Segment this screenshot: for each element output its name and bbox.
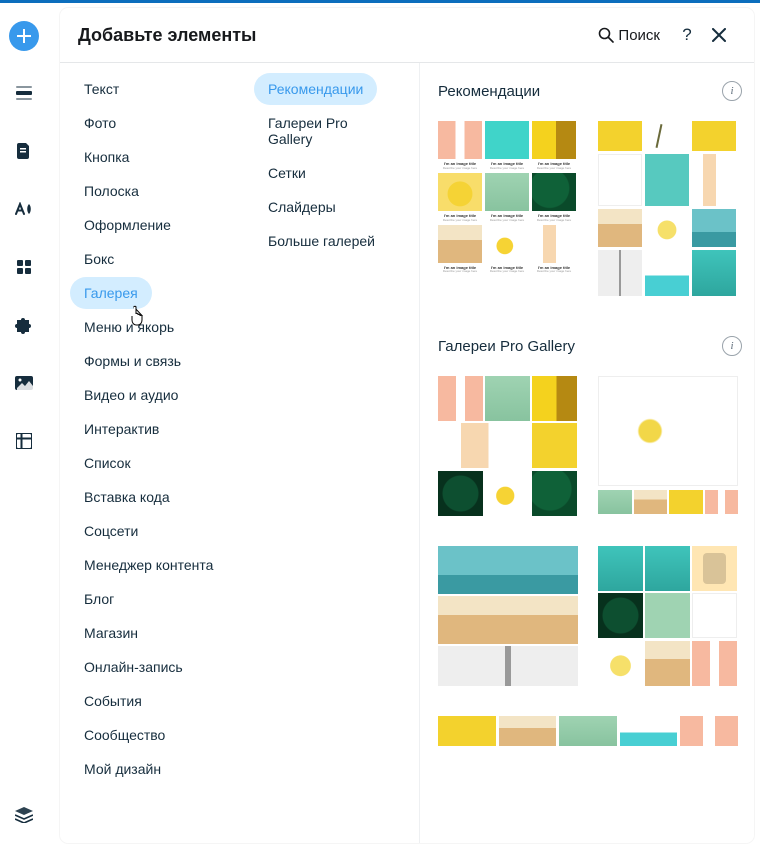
reco-row: I'm an image titleDescribe your image he…	[438, 121, 742, 296]
cat-box[interactable]: Бокс	[70, 243, 128, 275]
top-accent-bar	[0, 0, 760, 3]
layers-icon	[15, 807, 33, 823]
cat-social[interactable]: Соцсети	[70, 515, 152, 547]
subcategory-column: Рекомендации Галереи Pro Gallery Сетки С…	[244, 63, 420, 843]
pro-preset-single[interactable]	[598, 376, 738, 516]
category-column: Текст Фото Кнопка Полоска Оформление Бок…	[60, 63, 244, 843]
pro-row-1	[438, 376, 742, 516]
cat-forms[interactable]: Формы и связь	[70, 345, 195, 377]
panel-body: Текст Фото Кнопка Полоска Оформление Бок…	[60, 63, 754, 843]
rail-puzzle-button[interactable]	[8, 309, 40, 341]
cat-photo[interactable]: Фото	[70, 107, 130, 139]
pro-section-head: Галереи Pro Gallery i	[438, 336, 742, 356]
rail-add-button[interactable]	[9, 21, 39, 51]
cat-mydesign[interactable]: Мой дизайн	[70, 753, 175, 785]
cat-list[interactable]: Список	[70, 447, 145, 479]
sub-slider[interactable]: Слайдеры	[254, 191, 350, 223]
reco-section-head: Рекомендации i	[438, 81, 742, 101]
cat-decor[interactable]: Оформление	[70, 209, 185, 241]
cat-cms[interactable]: Менеджер контента	[70, 549, 227, 581]
add-panel: Добавьте элементы Поиск ? Текст Фото Кно…	[60, 8, 754, 843]
sub-pro[interactable]: Галереи Pro Gallery	[254, 107, 409, 155]
rail-apps-button[interactable]	[8, 251, 40, 283]
panel-header: Добавьте элементы Поиск ?	[60, 8, 754, 63]
rail-page-button[interactable]	[8, 135, 40, 167]
apps-icon	[16, 259, 32, 275]
cat-video[interactable]: Видео и аудио	[70, 379, 192, 411]
gallery-preset-masonry[interactable]	[598, 121, 738, 296]
pro-row-2	[438, 546, 742, 686]
rail-design-button[interactable]	[8, 193, 40, 225]
cat-store[interactable]: Магазин	[70, 617, 152, 649]
reco-title: Рекомендации	[438, 83, 722, 100]
design-icon	[15, 202, 33, 216]
info-button[interactable]: i	[722, 81, 742, 101]
help-button[interactable]: ?	[674, 22, 700, 48]
info-button-pro[interactable]: i	[722, 336, 742, 356]
rail-media-button[interactable]	[8, 367, 40, 399]
cat-bookings[interactable]: Онлайн-запись	[70, 651, 197, 683]
close-icon	[712, 28, 726, 42]
content-column: Рекомендации i I'm an image titleDescrib…	[420, 63, 754, 843]
data-icon	[16, 433, 32, 449]
search-icon	[598, 27, 614, 43]
pro-preset-stack[interactable]	[438, 546, 578, 686]
search-label: Поиск	[618, 27, 660, 44]
cat-text[interactable]: Текст	[70, 73, 133, 105]
page-icon	[17, 143, 31, 159]
pro-preset-grid[interactable]	[438, 376, 578, 516]
cat-community[interactable]: Сообщество	[70, 719, 179, 751]
cat-blog[interactable]: Блог	[70, 583, 128, 615]
puzzle-icon	[15, 316, 33, 334]
pro-row-3	[438, 716, 742, 746]
close-button[interactable]	[706, 22, 732, 48]
sub-more[interactable]: Больше галерей	[254, 225, 389, 257]
plus-icon	[16, 28, 32, 44]
cat-strip[interactable]: Полоска	[70, 175, 153, 207]
sub-grid[interactable]: Сетки	[254, 157, 320, 189]
media-icon	[15, 376, 33, 390]
section-icon	[15, 86, 33, 100]
panel-title: Добавьте элементы	[78, 25, 580, 46]
rail-layers-button[interactable]	[8, 799, 40, 831]
cat-button[interactable]: Кнопка	[70, 141, 143, 173]
cat-menu[interactable]: Меню и якорь	[70, 311, 188, 343]
left-rail	[0, 3, 48, 847]
rail-data-button[interactable]	[8, 425, 40, 457]
gallery-preset-captions[interactable]: I'm an image titleDescribe your image he…	[438, 121, 578, 296]
search-action[interactable]: Поиск	[598, 27, 660, 44]
pro-preset-collage[interactable]	[598, 546, 738, 686]
pro-title: Галереи Pro Gallery	[438, 338, 722, 355]
sub-reco[interactable]: Рекомендации	[254, 73, 377, 105]
cat-interactive[interactable]: Интерактив	[70, 413, 173, 445]
pro-preset-strip[interactable]	[438, 716, 738, 746]
rail-section-button[interactable]	[8, 77, 40, 109]
cat-events[interactable]: События	[70, 685, 156, 717]
cat-gallery[interactable]: Галерея	[70, 277, 152, 309]
cat-embed[interactable]: Вставка кода	[70, 481, 184, 513]
